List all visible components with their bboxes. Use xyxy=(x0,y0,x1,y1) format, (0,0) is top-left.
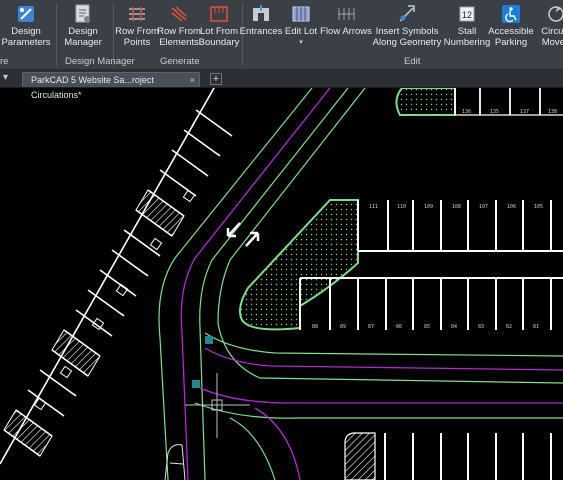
bottom-hatched-stall xyxy=(344,432,376,480)
svg-text:107: 107 xyxy=(479,204,488,210)
svg-text:110: 110 xyxy=(397,204,406,210)
design-manager-button[interactable]: Design Manager xyxy=(60,4,106,54)
design-manager-icon xyxy=(73,4,93,24)
stall-numbering-label: Stall Numbering xyxy=(443,26,491,48)
flow-arrows-label: Flow Arrows xyxy=(320,26,372,37)
row-from-elements-label: Row From Elements xyxy=(157,26,201,48)
design-parameters-button[interactable]: Design Parameters xyxy=(1,4,51,54)
svg-text:88: 88 xyxy=(312,324,318,330)
grip-markers[interactable] xyxy=(192,336,213,388)
svg-text:136: 136 xyxy=(462,109,471,115)
svg-text:82: 82 xyxy=(506,324,512,330)
stall-numbering-icon: 12 xyxy=(457,4,477,24)
circulation-label: Circula Moven xyxy=(541,26,563,48)
insert-symbols-icon xyxy=(397,4,417,24)
add-tab-button[interactable]: + xyxy=(210,73,222,85)
design-manager-label: Design Manager xyxy=(64,26,102,48)
svg-text:135: 135 xyxy=(490,109,499,115)
row-from-elements-button[interactable]: Row From Elements xyxy=(157,4,201,54)
svg-text:137: 137 xyxy=(520,109,529,115)
document-tab-bar: ▾ ParkCAD 5 Website Sa...roject Circulat… xyxy=(0,70,563,100)
edit-lot-icon xyxy=(291,4,311,24)
lot-from-boundary-label: Lot From Boundary xyxy=(198,26,240,48)
drawing-canvas[interactable]: 136 135 137 138 111 110 109 108 107 106 … xyxy=(0,88,563,480)
middle-stall-numbers: 111 110 109 108 107 106 105 xyxy=(369,204,543,210)
svg-text:84: 84 xyxy=(451,324,457,330)
row-from-elements-icon xyxy=(169,4,189,24)
entrances-button[interactable]: Entrances xyxy=(240,4,282,54)
lower-stall-numbers: 88 89 87 86 85 84 83 82 81 xyxy=(312,324,539,330)
svg-text:89: 89 xyxy=(340,324,346,330)
flow-arrows-button[interactable]: Flow Arrows xyxy=(320,4,372,54)
group-label-design-manager: Design Manager xyxy=(65,56,135,67)
ribbon-toolbar: Design Parameters Design Manager Row Fro… xyxy=(0,0,563,70)
svg-text:106: 106 xyxy=(507,204,516,210)
lot-from-boundary-icon xyxy=(209,4,229,24)
accessible-parking-label: Accessible Parking xyxy=(488,26,534,48)
row-from-points-label: Row From Points xyxy=(115,26,159,48)
group-label-edit: Edit xyxy=(404,56,421,67)
group-separator xyxy=(56,3,57,66)
insert-symbols-button[interactable]: Insert Symbols Along Geometry xyxy=(373,4,441,54)
svg-text:12: 12 xyxy=(462,10,472,20)
svg-text:83: 83 xyxy=(478,324,484,330)
circulation-movement-button[interactable]: Circula Moven xyxy=(536,4,563,54)
stall-numbering-button[interactable]: 12 Stall Numbering xyxy=(444,4,490,54)
close-icon[interactable]: × xyxy=(190,73,195,88)
design-parameters-icon xyxy=(16,4,36,24)
accessible-parking-button[interactable]: Accessible Parking xyxy=(488,4,534,54)
svg-text:86: 86 xyxy=(396,324,402,330)
row-from-points-icon xyxy=(127,4,147,24)
svg-text:85: 85 xyxy=(424,324,430,330)
document-tab-active[interactable]: ParkCAD 5 Website Sa...roject Circulatio… xyxy=(22,72,200,100)
tab-menu-icon[interactable]: ▾ xyxy=(3,72,17,86)
svg-text:108: 108 xyxy=(452,204,461,210)
planted-island xyxy=(239,88,456,331)
entrances-label: Entrances xyxy=(239,26,283,37)
svg-text:81: 81 xyxy=(533,324,539,330)
edit-lot-button[interactable]: Edit Lot ▾ xyxy=(284,4,318,54)
svg-text:138: 138 xyxy=(548,109,557,115)
edit-lot-dropdown-icon[interactable]: ▾ xyxy=(299,38,303,49)
circulation-road-lines xyxy=(158,88,563,480)
insert-symbols-label: Insert Symbols Along Geometry xyxy=(372,26,442,48)
svg-text:109: 109 xyxy=(424,204,433,210)
svg-text:111: 111 xyxy=(369,204,378,210)
accessible-parking-icon xyxy=(501,4,521,24)
circulation-icon xyxy=(546,4,563,24)
diagonal-stall-row xyxy=(0,88,233,465)
row-from-points-button[interactable]: Row From Points xyxy=(115,4,159,54)
edit-lot-label: Edit Lot xyxy=(284,26,318,37)
bottom-stall-row xyxy=(384,433,552,480)
lot-from-boundary-button[interactable]: Lot From Boundary xyxy=(199,4,239,54)
svg-text:105: 105 xyxy=(534,204,543,210)
svg-text:87: 87 xyxy=(368,324,374,330)
top-stall-row xyxy=(454,88,563,116)
group-label-generate: Generate xyxy=(160,56,200,67)
design-parameters-label: Design Parameters xyxy=(1,26,51,48)
group-label-left: re xyxy=(0,56,9,67)
flow-arrows-icon xyxy=(336,4,356,24)
entrances-icon xyxy=(251,4,271,24)
